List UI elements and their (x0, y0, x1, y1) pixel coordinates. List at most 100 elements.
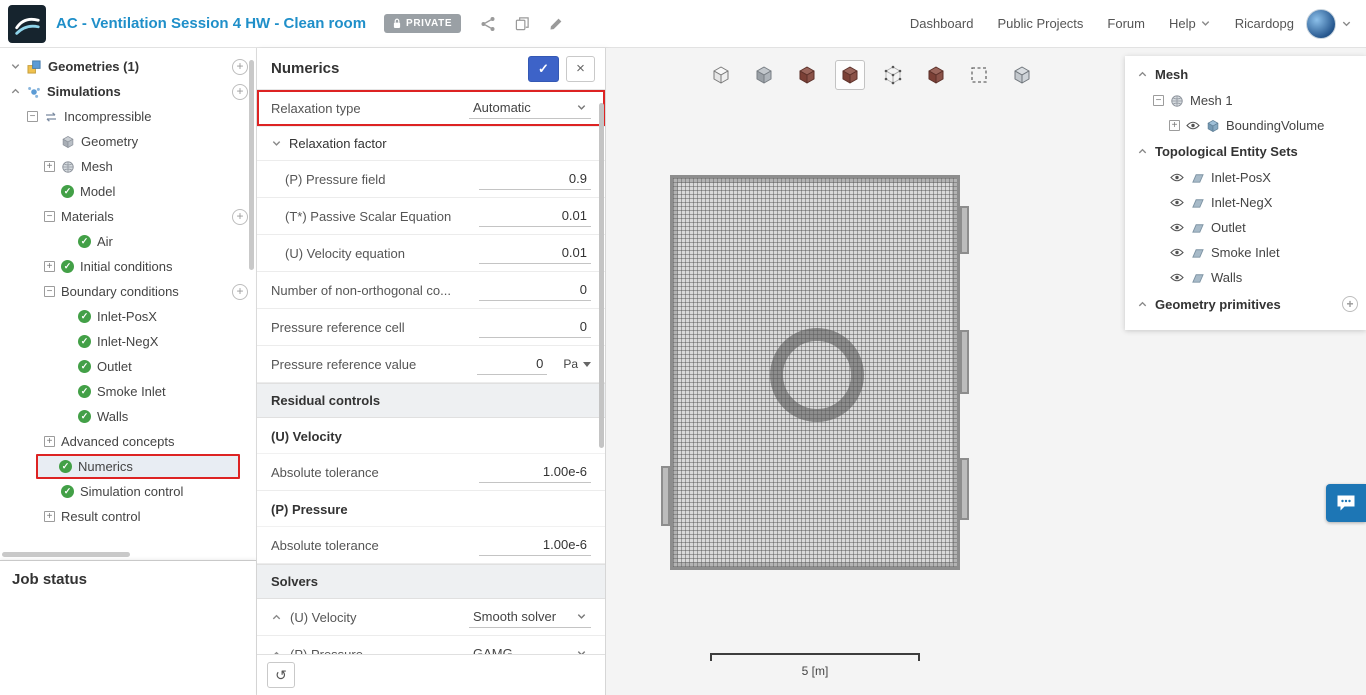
nav-item-dashboard[interactable]: Dashboard (910, 16, 974, 31)
tree-item-simulation-control[interactable]: ✓ Simulation control (0, 479, 256, 504)
tree-item-walls[interactable]: ✓ Walls (0, 404, 256, 429)
expand-toggle[interactable]: + (44, 261, 55, 272)
scene-section-geometry-primitives[interactable]: Geometry primitives + (1125, 290, 1366, 318)
scene-item-inlet-posx[interactable]: Inlet-PosX (1125, 165, 1366, 190)
tree-item-result-control[interactable]: + Result control (0, 504, 256, 529)
add-button[interactable]: + (232, 58, 248, 75)
nav-item-forum[interactable]: Forum (1107, 16, 1145, 31)
tree-item-inlet-posx[interactable]: ✓ Inlet-PosX (0, 304, 256, 329)
add-button[interactable]: + (232, 208, 248, 225)
settings-scrollbar[interactable] (599, 103, 604, 448)
scene-item-inlet-negx[interactable]: Inlet-NegX (1125, 190, 1366, 215)
tree-item-geometry[interactable]: Geometry (0, 129, 256, 154)
scene-item-boundingvolume[interactable]: + BoundingVolume (1125, 113, 1366, 138)
scene-item-mesh-1[interactable]: − Mesh 1 (1125, 88, 1366, 113)
setting-row-absolute-tolerance: Absolute tolerance 1.00e-6 (257, 454, 605, 491)
share-icon[interactable] (477, 13, 499, 35)
tree-item-initial-conditions[interactable]: + ✓ Initial conditions (0, 254, 256, 279)
select-relaxation-type[interactable]: Automatic (469, 97, 591, 119)
tree-item-smoke-inlet[interactable]: ✓ Smoke Inlet (0, 379, 256, 404)
app-logo[interactable] (8, 4, 46, 43)
tree-item-geometries-1[interactable]: Geometries (1) + (0, 54, 256, 79)
setting-label: (U) Velocity equation (285, 245, 405, 261)
expand-toggle[interactable]: + (1169, 120, 1180, 131)
account-menu-chevron-icon[interactable] (1341, 18, 1352, 29)
unit-selector[interactable]: Pa (563, 357, 591, 371)
input-p-pressure-field[interactable]: 0.9 (479, 168, 591, 190)
visibility-cube-icon[interactable] (706, 60, 736, 90)
input-t-passive-scalar-equation[interactable]: 0.01 (479, 205, 591, 227)
collapse-toggle[interactable]: − (1153, 95, 1164, 106)
mesh-nodes-icon[interactable] (878, 60, 908, 90)
input-absolute-tolerance[interactable]: 1.00e-6 (479, 534, 591, 556)
tree-item-incompressible[interactable]: − Incompressible (0, 104, 256, 129)
input-number-of-non-orthogonal-co[interactable]: 0 (479, 279, 591, 301)
tree-item-inlet-negx[interactable]: ✓ Inlet-NegX (0, 329, 256, 354)
username[interactable]: Ricardopg (1235, 16, 1294, 31)
select-u-velocity[interactable]: Smooth solver (469, 606, 591, 628)
nav-item-public-projects[interactable]: Public Projects (997, 16, 1083, 31)
collapse-toggle[interactable]: − (44, 211, 55, 222)
tree-item-numerics[interactable]: ✓ Numerics (36, 454, 240, 479)
close-panel-button[interactable]: × (566, 55, 595, 82)
collapse-toggle[interactable]: − (27, 111, 38, 122)
scene-section-mesh[interactable]: Mesh (1125, 61, 1366, 88)
mesh-icon (61, 160, 75, 174)
collapse-toggle[interactable]: − (44, 286, 55, 297)
main-area: Geometries (1) + Simulations + − Incompressib… (0, 48, 1366, 695)
tree-item-air[interactable]: ✓ Air (0, 229, 256, 254)
setting-label: Absolute tolerance (271, 537, 379, 553)
tree-item-outlet[interactable]: ✓ Outlet (0, 354, 256, 379)
expand-toggle[interactable]: + (44, 511, 55, 522)
mesh-render[interactable] (661, 175, 969, 570)
expand-toggle[interactable]: + (44, 436, 55, 447)
scene-item-label: Walls (1211, 270, 1243, 285)
tree-item-advanced-concepts[interactable]: + Advanced concepts (0, 429, 256, 454)
volume-mesh-view-icon[interactable] (792, 60, 822, 90)
surface-mesh-view-icon[interactable] (835, 60, 865, 90)
scene-item-walls[interactable]: Walls (1125, 265, 1366, 290)
mesh-quality-icon[interactable] (1007, 60, 1037, 90)
scene-item-outlet[interactable]: Outlet (1125, 215, 1366, 240)
add-button[interactable]: + (232, 283, 248, 300)
input-pressure-reference-cell[interactable]: 0 (479, 316, 591, 338)
box-select-icon[interactable] (964, 60, 994, 90)
apply-button[interactable]: ✓ (528, 55, 559, 82)
section-header-label: Solvers (271, 574, 318, 589)
mesh-clip-icon[interactable] (921, 60, 951, 90)
expand-toggle[interactable]: + (44, 161, 55, 172)
copy-icon[interactable] (511, 13, 533, 35)
viewport-3d[interactable]: 5 [m] Mesh − Mesh 1 + BoundingVolume Topologi… (606, 48, 1366, 695)
logo-waves-icon (15, 17, 40, 35)
tree-item-label: Simulation control (80, 484, 184, 499)
tree-item-boundary-conditions[interactable]: − Boundary conditions + (0, 279, 256, 304)
add-button[interactable]: + (232, 83, 248, 100)
chat-button[interactable] (1326, 484, 1366, 522)
input-absolute-tolerance[interactable]: 1.00e-6 (479, 461, 591, 483)
left-tree-hscrollbar[interactable] (2, 552, 130, 557)
check-icon: ✓ (78, 385, 91, 398)
edit-icon[interactable] (545, 13, 567, 35)
scene-section-topological-entity-sets[interactable]: Topological Entity Sets (1125, 138, 1366, 165)
add-button[interactable]: + (1342, 296, 1358, 312)
tree-item-label: Initial conditions (80, 259, 173, 274)
nav-item-help[interactable]: Help (1169, 16, 1211, 31)
tree-item-mesh[interactable]: + Mesh (0, 154, 256, 179)
scene-item-smoke-inlet[interactable]: Smoke Inlet (1125, 240, 1366, 265)
tree-item-model[interactable]: ✓ Model (0, 179, 256, 204)
solid-body-icon (1206, 119, 1220, 133)
select-p-pressure[interactable]: GAMG (469, 643, 591, 654)
input-u-velocity-equation[interactable]: 0.01 (479, 242, 591, 264)
input-pressure-reference-value[interactable]: 0 (477, 353, 548, 375)
left-tree-scrollbar[interactable] (249, 60, 254, 270)
avatar[interactable] (1306, 8, 1336, 39)
tree-item-simulations[interactable]: Simulations + (0, 79, 256, 104)
undo-button[interactable]: ↺ (267, 662, 295, 688)
geometry-surfaces-icon[interactable] (749, 60, 779, 90)
job-status-title: Job status (12, 571, 88, 588)
group-toggle-relaxation-factor[interactable]: Relaxation factor (257, 127, 605, 161)
settings-rows: Relaxation type Automatic Relaxation facto… (257, 90, 605, 654)
setting-row-absolute-tolerance: Absolute tolerance 1.00e-6 (257, 527, 605, 564)
tree-item-label: Numerics (78, 459, 133, 474)
tree-item-materials[interactable]: − Materials + (0, 204, 256, 229)
